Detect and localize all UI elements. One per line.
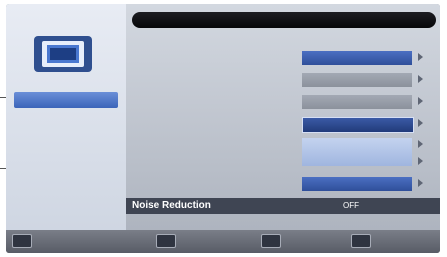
arrow-right-icon — [418, 75, 423, 83]
footer-hint[interactable] — [12, 234, 36, 248]
setting-label — [132, 137, 292, 153]
sidebar-item[interactable] — [14, 170, 118, 186]
setting-label — [132, 50, 292, 66]
setting-label — [132, 94, 292, 110]
footer-hint[interactable] — [261, 234, 285, 248]
manual-figure: Noise Reduction OFF — [0, 0, 447, 257]
arrow-right-icon — [418, 140, 423, 148]
setting-label — [132, 72, 292, 88]
arrow-right-icon — [418, 119, 423, 127]
settings-row[interactable] — [132, 94, 436, 110]
footer-hint[interactable] — [156, 234, 180, 248]
arrow-right-icon — [418, 53, 423, 61]
sidebar-item-picture[interactable] — [14, 92, 118, 108]
noise-reduction-label: Noise Reduction — [132, 200, 211, 211]
settings-row[interactable] — [132, 72, 436, 88]
settings-row[interactable] — [132, 154, 436, 170]
remote-key-icon — [156, 234, 176, 248]
setting-value[interactable] — [302, 51, 412, 65]
tv-menu-screen: Noise Reduction OFF — [6, 4, 440, 253]
sidebar-item[interactable] — [14, 119, 118, 135]
arrow-right-icon — [418, 97, 423, 105]
setting-label — [132, 154, 292, 170]
footer-hint[interactable] — [351, 234, 375, 248]
sidebar-item[interactable] — [14, 153, 118, 169]
setting-label — [132, 176, 292, 192]
sidebar — [6, 4, 126, 230]
settings-row-noise-reduction[interactable]: Noise Reduction OFF — [126, 198, 440, 214]
setting-value[interactable] — [302, 117, 414, 133]
settings-row[interactable] — [132, 50, 436, 66]
noise-reduction-value[interactable]: OFF — [296, 199, 406, 213]
menu-title-bar — [132, 12, 436, 28]
settings-row[interactable] — [132, 176, 436, 192]
remote-key-icon — [12, 234, 32, 248]
settings-panel: Noise Reduction OFF — [126, 4, 440, 230]
arrow-right-icon — [418, 179, 423, 187]
remote-key-icon — [261, 234, 281, 248]
setting-value[interactable] — [302, 177, 412, 191]
setting-value[interactable] — [302, 73, 412, 87]
setting-label — [132, 116, 292, 132]
picture-settings-icon[interactable] — [32, 34, 94, 74]
sidebar-item[interactable] — [14, 187, 118, 203]
sidebar-item[interactable] — [14, 136, 118, 152]
arrow-right-icon — [418, 157, 423, 165]
settings-row[interactable] — [132, 116, 436, 133]
sidebar-item[interactable] — [14, 209, 118, 225]
button-hint-bar — [6, 230, 440, 253]
remote-key-icon — [351, 234, 371, 248]
settings-row[interactable] — [132, 137, 436, 166]
setting-value[interactable] — [302, 95, 412, 109]
